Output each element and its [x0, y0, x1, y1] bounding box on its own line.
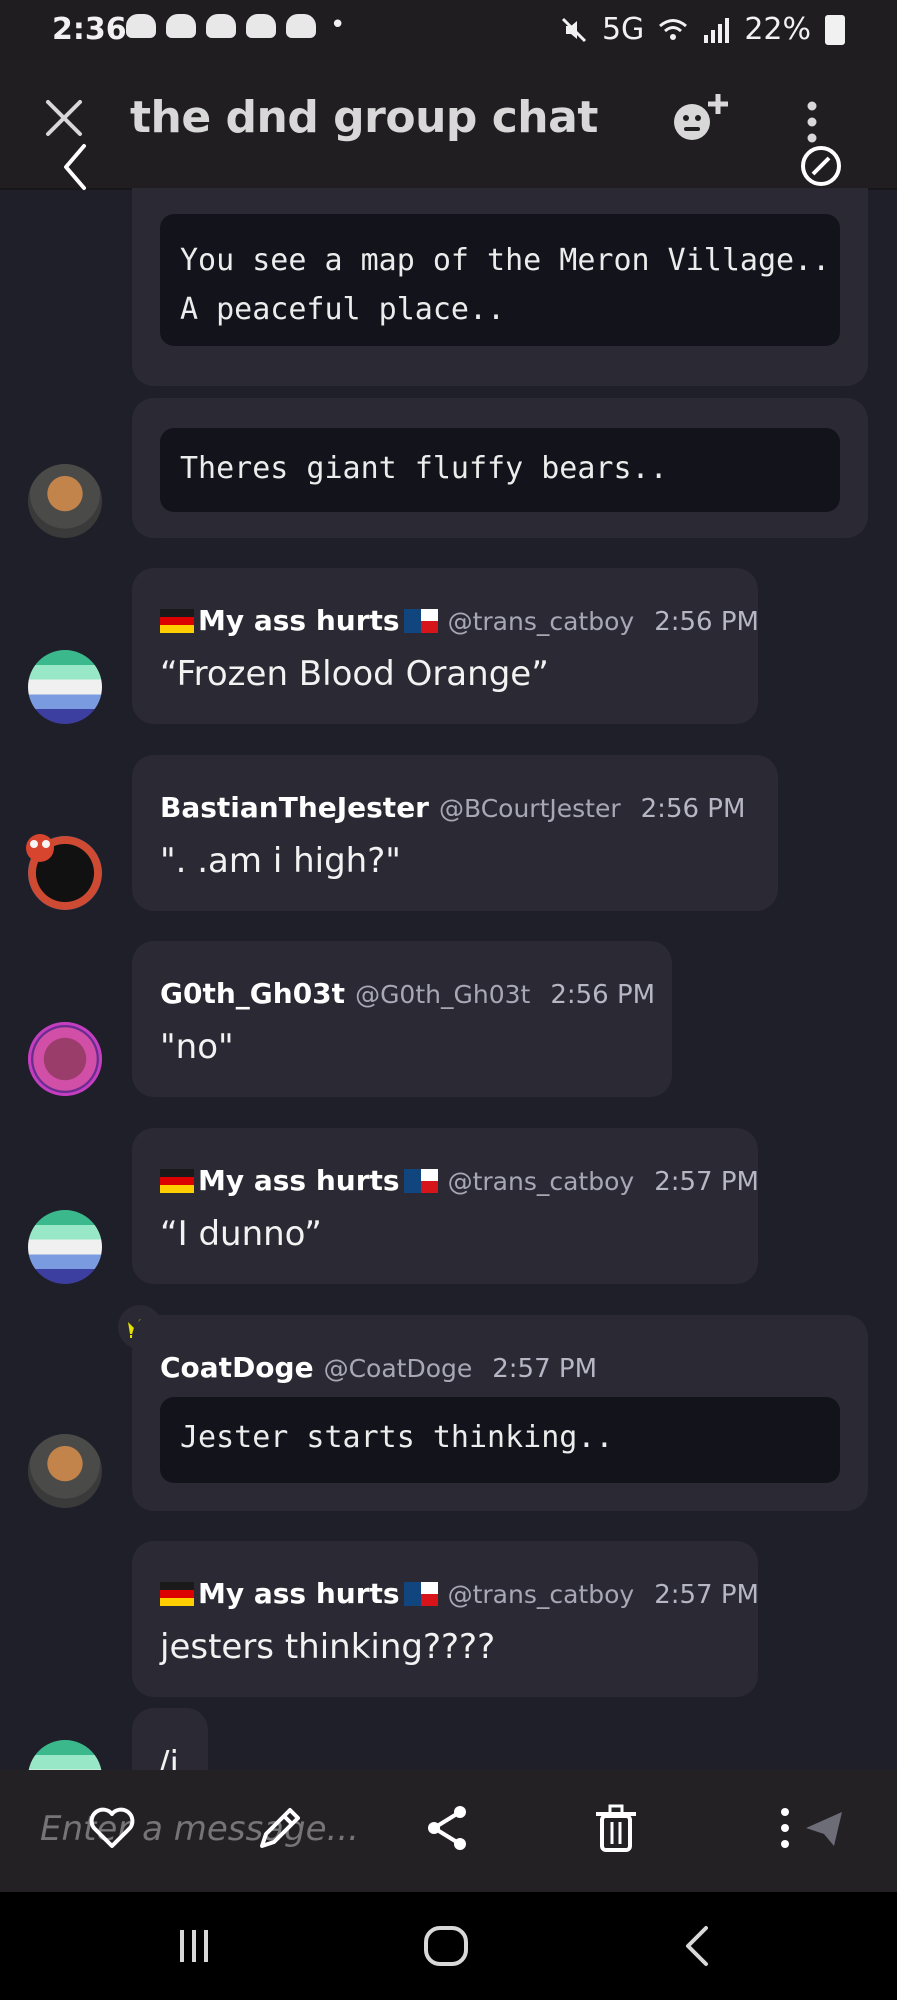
status-right: 5G 22% [560, 12, 845, 47]
notification-app-icon [246, 14, 276, 38]
share-icon[interactable] [420, 1800, 476, 1856]
author-handle: @G0th_Gh03t [355, 980, 531, 1009]
message-text: /i [158, 1744, 179, 1770]
avatar[interactable] [28, 1210, 102, 1284]
czech-flag-icon [403, 1169, 438, 1193]
send-icon[interactable] [802, 1800, 846, 1856]
close-icon[interactable] [44, 98, 84, 138]
message-list[interactable]: You see a map of the Meron Village.. A p… [0, 188, 897, 1770]
germany-flag-icon [160, 1582, 194, 1606]
wifi-icon [659, 18, 688, 40]
author-handle: @CoatDoge [323, 1354, 473, 1383]
notification-icons [126, 14, 316, 38]
avatar[interactable] [28, 1022, 102, 1096]
network-type: 5G [601, 12, 645, 47]
status-time: 2:36 [52, 12, 127, 47]
more-vertical-icon[interactable] [770, 1800, 800, 1856]
message-meta: My ass hurts @trans_catboy 2:57 PM [160, 1164, 759, 1197]
message-text: "no" [160, 1027, 234, 1067]
avatar[interactable] [28, 1740, 102, 1770]
android-nav-bar [0, 1892, 897, 2000]
message-time: 2:56 PM [640, 794, 746, 824]
message[interactable]: My ass hurts @trans_catboy 2:57 PM jeste… [132, 1541, 759, 1697]
message-time: 2:57 PM [654, 1580, 759, 1610]
back-nav-icon[interactable] [680, 1922, 716, 1970]
message-text: ". .am i high?" [160, 841, 401, 881]
reaction-badge-icon [26, 834, 54, 862]
author-name[interactable]: BastianTheJester [160, 791, 429, 824]
status-bar: 2:36 • 5G 22% [0, 0, 897, 62]
message[interactable]: /i [132, 1708, 208, 1770]
author-name[interactable]: G0th_Gh03t [160, 977, 345, 1010]
edit-icon[interactable] [252, 1800, 308, 1856]
czech-flag-icon [403, 609, 438, 633]
code-block: Jester starts thinking.. [160, 1397, 840, 1483]
czech-flag-icon [403, 1582, 438, 1606]
heart-icon[interactable] [84, 1800, 140, 1856]
chat-header: the dnd group chat [0, 62, 897, 190]
back-icon[interactable] [62, 142, 88, 192]
author-name[interactable]: CoatDoge [160, 1351, 314, 1384]
add-emoji-icon[interactable] [670, 90, 732, 146]
signal-icon [704, 17, 730, 43]
app-screen: 2:36 • 5G 22% the dnd group chat You see… [0, 0, 897, 2000]
message[interactable]: My ass hurts @trans_catboy 2:57 PM “I du… [132, 1128, 759, 1284]
message-text: jesters thinking???? [160, 1627, 496, 1667]
code-block: Theres giant fluffy bears.. [160, 428, 840, 512]
battery-level: 22% [744, 12, 811, 47]
message[interactable]: CoatDoge @CoatDoge 2:57 PM Jester starts… [132, 1315, 868, 1511]
notification-app-icon [126, 14, 156, 38]
avatar[interactable] [28, 650, 102, 724]
message-composer [0, 1770, 897, 1892]
notification-app-icon [286, 14, 316, 38]
message[interactable]: BastianTheJester @BCourtJester 2:56 PM "… [132, 755, 778, 911]
home-icon[interactable] [420, 1922, 472, 1970]
message-meta: BastianTheJester @BCourtJester 2:56 PM [160, 791, 745, 824]
author-handle: @trans_catboy [447, 1580, 635, 1609]
message-meta: CoatDoge @CoatDoge 2:57 PM [160, 1351, 597, 1384]
author-handle: @trans_catboy [447, 1167, 635, 1196]
author-name[interactable]: My ass hurts [160, 1577, 438, 1610]
message[interactable]: My ass hurts @trans_catboy 2:56 PM “Froz… [132, 568, 759, 724]
message-time: 2:57 PM [654, 1167, 759, 1197]
message-text: “I dunno” [160, 1214, 322, 1254]
message-meta: My ass hurts @trans_catboy 2:56 PM [160, 604, 759, 637]
message-text: “Frozen Blood Orange” [160, 654, 549, 694]
message[interactable]: Theres giant fluffy bears.. [132, 398, 868, 538]
message-time: 2:56 PM [550, 980, 656, 1010]
notification-app-icon [206, 14, 236, 38]
notification-app-icon [166, 14, 196, 38]
notification-dot: • [330, 10, 346, 40]
battery-icon [825, 14, 845, 45]
author-handle: @trans_catboy [447, 607, 635, 636]
message[interactable]: You see a map of the Meron Village.. A p… [132, 188, 868, 386]
message-meta: G0th_Gh03t @G0th_Gh03t 2:56 PM [160, 977, 655, 1010]
message[interactable]: G0th_Gh03t @G0th_Gh03t 2:56 PM "no" [132, 941, 672, 1097]
germany-flag-icon [160, 609, 194, 633]
code-block: You see a map of the Meron Village.. A p… [160, 214, 840, 346]
recent-apps-icon[interactable] [170, 1922, 218, 1970]
message-time: 2:56 PM [654, 607, 759, 637]
germany-flag-icon [160, 1169, 194, 1193]
message-time: 2:57 PM [492, 1354, 598, 1384]
avatar[interactable] [28, 464, 102, 538]
trash-icon[interactable] [588, 1800, 644, 1856]
avatar[interactable] [28, 1434, 102, 1508]
message-meta: My ass hurts @trans_catboy 2:57 PM [160, 1577, 759, 1610]
chat-title: the dnd group chat [130, 92, 598, 143]
author-name[interactable]: My ass hurts [160, 1164, 438, 1197]
sync-icon[interactable] [797, 142, 845, 190]
author-name[interactable]: My ass hurts [160, 604, 438, 637]
author-handle: @BCourtJester [439, 794, 621, 823]
mute-icon [561, 17, 587, 42]
